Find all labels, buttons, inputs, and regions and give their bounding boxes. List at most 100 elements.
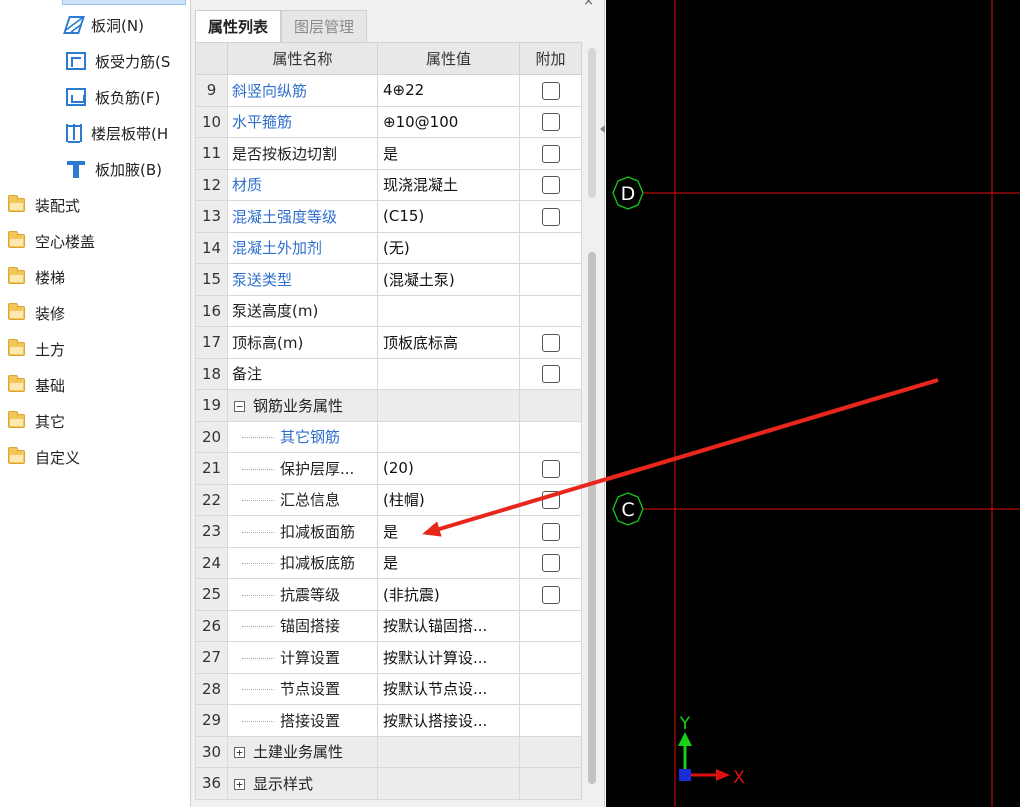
panel-collapse-handle[interactable]: [599, 118, 605, 140]
property-name-cell[interactable]: 是否按板边切割: [227, 137, 378, 170]
extra-checkbox[interactable]: [541, 333, 560, 352]
property-value-cell[interactable]: 是: [377, 137, 520, 170]
property-row[interactable]: 25 抗震等级 (非抗震): [195, 578, 582, 611]
collapse-icon[interactable]: −: [234, 400, 245, 412]
property-row[interactable]: 27 计算设置 按默认计算设...: [195, 641, 582, 674]
property-value-cell[interactable]: 是: [377, 515, 520, 548]
axis-label-d[interactable]: D: [612, 176, 644, 210]
property-value-cell[interactable]: [377, 420, 520, 453]
property-name-cell[interactable]: 泵送类型: [227, 263, 378, 296]
property-name-cell[interactable]: 顶标高(m): [227, 326, 378, 359]
tree-item-slab-rebar[interactable]: 板受力筋(S: [66, 48, 170, 74]
tree-item-floor-band[interactable]: 楼层板带(H: [66, 120, 168, 146]
extra-checkbox[interactable]: [541, 491, 560, 509]
property-value-cell[interactable]: 4⊕22: [377, 74, 520, 107]
property-name-cell[interactable]: 扣减板底筋: [227, 546, 378, 579]
property-name-cell[interactable]: − 钢筋业务属性: [227, 389, 378, 422]
extra-checkbox[interactable]: [541, 459, 560, 478]
property-row[interactable]: 26 锚固搭接 按默认锚固搭...: [195, 609, 582, 642]
tree-folder-other[interactable]: 其它: [8, 408, 65, 434]
property-row[interactable]: 28 节点设置 按默认节点设...: [195, 672, 582, 705]
expand-icon[interactable]: +: [234, 778, 245, 790]
property-name-cell[interactable]: 其它钢筋: [227, 420, 378, 453]
property-value-cell[interactable]: (混凝土泵): [377, 263, 520, 296]
tree-folder-earthwork[interactable]: 土方: [8, 336, 65, 362]
tree-folder-stairs[interactable]: 楼梯: [8, 264, 65, 290]
extra-checkbox[interactable]: [541, 81, 560, 100]
tree-folder-custom[interactable]: 自定义: [8, 444, 80, 470]
extra-checkbox[interactable]: [541, 176, 560, 194]
property-row[interactable]: 19− 钢筋业务属性: [195, 389, 582, 422]
property-row[interactable]: 18 备注: [195, 357, 582, 390]
property-name-cell[interactable]: 水平箍筋: [227, 105, 378, 138]
property-row[interactable]: 14 混凝土外加剂 (无): [195, 231, 582, 264]
property-value-cell[interactable]: (20): [377, 452, 520, 485]
scrollbar-upper-region[interactable]: [588, 48, 596, 198]
tree-item-slab-hole[interactable]: 板洞(N): [63, 12, 144, 38]
tree-item-slab-haunch[interactable]: 板加腋(B): [66, 156, 162, 182]
property-row[interactable]: 13 混凝土强度等级 (C15): [195, 200, 582, 233]
property-row[interactable]: 23 扣减板面筋 是: [195, 515, 582, 548]
property-value-cell[interactable]: (柱帽): [377, 483, 520, 516]
property-row[interactable]: 24 扣减板底筋 是: [195, 546, 582, 579]
property-name-cell[interactable]: 锚固搭接: [227, 609, 378, 642]
extra-checkbox[interactable]: [541, 113, 560, 131]
property-name-cell[interactable]: 节点设置: [227, 672, 378, 705]
property-name-cell[interactable]: 搭接设置: [227, 704, 378, 737]
tree-folder-foundation[interactable]: 基础: [8, 372, 65, 398]
property-row[interactable]: 21 保护层厚... (20): [195, 452, 582, 485]
property-value-cell[interactable]: 按默认锚固搭...: [377, 609, 520, 642]
expand-icon[interactable]: +: [234, 747, 245, 759]
property-name-cell[interactable]: 汇总信息: [227, 483, 378, 516]
property-name-cell[interactable]: + 土建业务属性: [227, 735, 378, 768]
extra-checkbox[interactable]: [541, 365, 560, 383]
close-icon[interactable]: ×: [583, 0, 594, 9]
property-value-cell[interactable]: [377, 767, 520, 800]
property-row[interactable]: 36 + 显示样式: [195, 767, 582, 800]
axis-label-c[interactable]: C: [612, 492, 644, 526]
tab-property-list[interactable]: 属性列表: [195, 10, 282, 42]
drawing-canvas[interactable]: D C Y X: [606, 0, 1020, 807]
property-value-cell[interactable]: 按默认计算设...: [377, 641, 520, 674]
property-row[interactable]: 22 汇总信息 (柱帽): [195, 483, 582, 516]
property-row[interactable]: 20 其它钢筋: [195, 420, 582, 453]
tree-folder-hollow-floor[interactable]: 空心楼盖: [8, 228, 95, 254]
property-value-cell[interactable]: [377, 294, 520, 327]
property-value-cell[interactable]: (无): [377, 231, 520, 264]
extra-checkbox[interactable]: [541, 144, 560, 163]
extra-checkbox[interactable]: [541, 585, 560, 604]
extra-checkbox[interactable]: [541, 554, 560, 572]
property-name-cell[interactable]: 计算设置: [227, 641, 378, 674]
property-row[interactable]: 29 搭接设置 按默认搭接设...: [195, 704, 582, 737]
property-name-cell[interactable]: 混凝土强度等级: [227, 200, 378, 233]
property-value-cell[interactable]: ⊕10@100: [377, 105, 520, 138]
property-value-cell[interactable]: 按默认搭接设...: [377, 704, 520, 737]
tree-item-slab-negative-rebar[interactable]: 板负筋(F): [66, 84, 160, 110]
property-value-cell[interactable]: [377, 735, 520, 768]
extra-checkbox[interactable]: [541, 522, 560, 541]
property-name-cell[interactable]: 泵送高度(m): [227, 294, 378, 327]
property-value-cell[interactable]: 按默认节点设...: [377, 672, 520, 705]
property-value-cell[interactable]: [377, 357, 520, 390]
property-name-cell[interactable]: 混凝土外加剂: [227, 231, 378, 264]
property-row[interactable]: 17 顶标高(m) 顶板底标高: [195, 326, 582, 359]
property-row[interactable]: 11 是否按板边切割 是: [195, 137, 582, 170]
property-name-cell[interactable]: 材质: [227, 168, 378, 201]
tree-folder-decoration[interactable]: 装修: [8, 300, 65, 326]
property-row[interactable]: 16 泵送高度(m): [195, 294, 582, 327]
property-row[interactable]: 12 材质 现浇混凝土: [195, 168, 582, 201]
property-value-cell[interactable]: (C15): [377, 200, 520, 233]
property-name-cell[interactable]: 斜竖向纵筋: [227, 74, 378, 107]
scrollbar-thumb[interactable]: [588, 252, 596, 784]
property-value-cell[interactable]: (非抗震): [377, 578, 520, 611]
property-value-cell[interactable]: 顶板底标高: [377, 326, 520, 359]
property-row[interactable]: 9 斜竖向纵筋 4⊕22: [195, 74, 582, 107]
property-name-cell[interactable]: 抗震等级: [227, 578, 378, 611]
property-value-cell[interactable]: 是: [377, 546, 520, 579]
property-row[interactable]: 15 泵送类型 (混凝土泵): [195, 263, 582, 296]
tree-folder-prefab[interactable]: 装配式: [8, 192, 80, 218]
property-row[interactable]: 10 水平箍筋 ⊕10@100: [195, 105, 582, 138]
property-name-cell[interactable]: + 显示样式: [227, 767, 378, 800]
property-value-cell[interactable]: [377, 389, 520, 422]
tab-layer-management[interactable]: 图层管理: [281, 10, 368, 42]
